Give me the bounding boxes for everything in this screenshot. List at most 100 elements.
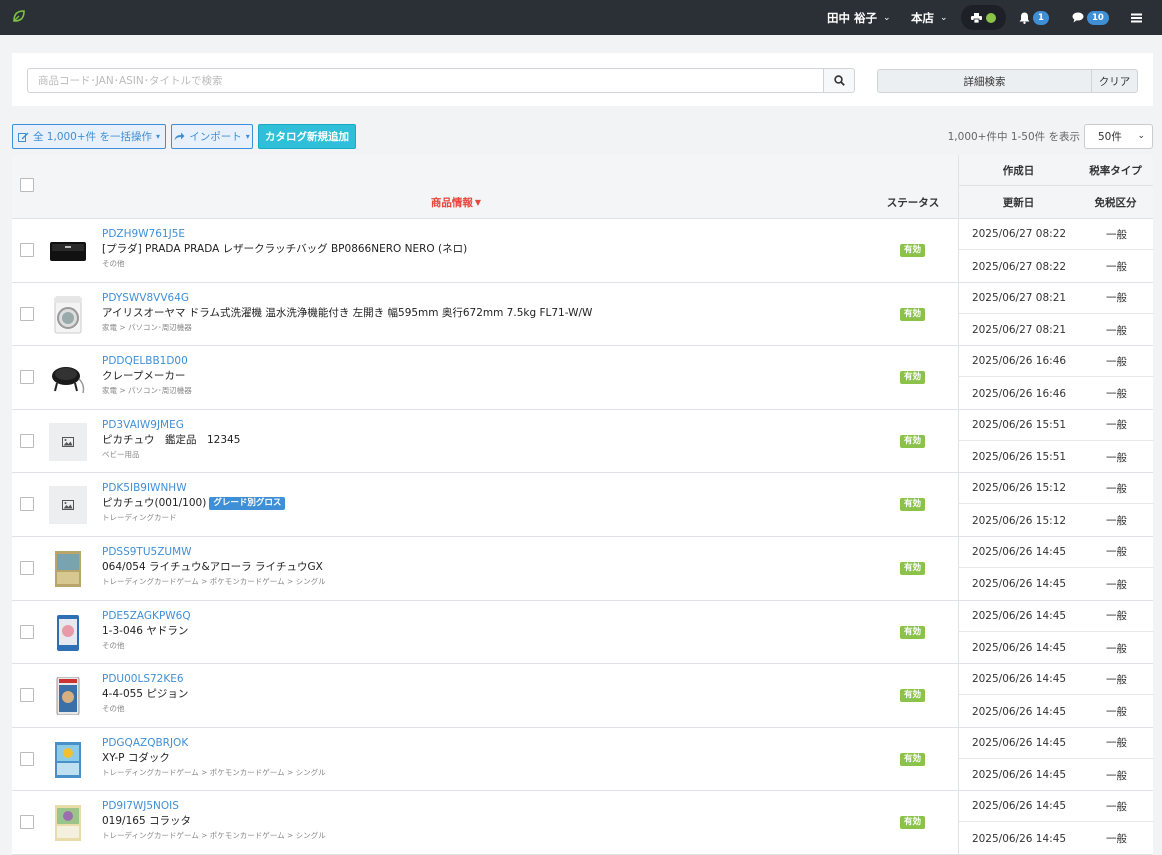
user-name: 田中 裕子 [827,10,878,25]
row-checkbox[interactable] [20,815,34,830]
product-code-link[interactable]: PDYSWV8VV64G [102,291,862,305]
select-all-checkbox[interactable] [20,178,34,192]
product-code-link[interactable]: PDU00LS72KE6 [102,672,862,686]
created-date-header[interactable]: 作成日 [958,155,1078,186]
search-panel: 商品コード･JAN･ASIN･タイトルで検索 詳細検索 クリア [12,53,1153,106]
chevron-down-icon: ⌄ [1137,131,1145,141]
product-thumbnail[interactable] [49,614,87,652]
product-thumbnail[interactable] [49,677,87,716]
image-placeholder-icon[interactable] [49,486,87,525]
date-cells: 2025/06/26 15:12 一般 2025/06/26 15:12 一般 [958,473,1154,537]
store-name: 本店 [911,10,934,25]
product-info-header[interactable]: 商品情報 ▼ [392,192,520,212]
product-code-link[interactable]: PDSS9TU5ZUMW [102,545,862,559]
table-row[interactable]: PDK5IB9IWNHW ピカチュウ(001/100) グレード別グロス トレーディン… [12,473,1154,537]
bulk-action-button[interactable]: 全 1,000+件 を一括操作 ▾ [12,124,166,149]
product-title-line: クレープメーカー [102,368,862,385]
product-category: トレーディングカードゲーム > ポケモンカードゲーム > シングル [102,831,326,841]
product-info: PDZH9W761J5E [プラダ] PRADA PRADA レザークラッチバッグ… [102,227,862,270]
search-placeholder: 商品コード･JAN･ASIN･タイトルで検索 [38,75,223,87]
table-row[interactable]: PDDQELBB1D00 クレープメーカー 家電 > パソコン･周辺機器 有効 2025… [12,346,1154,410]
status-badge: 有効 [900,816,926,830]
updated-row: 2025/06/26 15:51 一般 [959,442,1154,473]
updated-row: 2025/06/27 08:22 一般 [959,251,1154,282]
created-date: 2025/06/26 14:45 [971,545,1067,558]
image-placeholder-icon[interactable] [49,422,87,461]
printer-icon [971,12,982,23]
row-checkbox[interactable] [20,624,34,639]
search-input[interactable]: 商品コード･JAN･ASIN･タイトルで検索 [27,68,824,93]
chevron-down-icon: ⌄ [883,12,891,23]
row-checkbox[interactable] [20,306,34,321]
row-checkbox[interactable] [20,688,34,703]
tax-type: 一般 [1106,419,1127,432]
table-row[interactable]: PDYSWV8VV64G アイリスオーヤマ ドラム式洗濯機 温水洗浄機能付き 左開… [12,282,1154,347]
product-category: 家電 > パソコン･周辺機器 [102,322,192,332]
product-title-line: ピカチュウ(001/100) グレード別グロス [102,495,862,512]
table-row[interactable]: PDE5ZAGKPW6Q 1-3-046 ヤドラン その他 有効 2025/06/26 … [12,600,1154,665]
date-cells: 2025/06/26 14:45 一般 2025/06/26 14:45 一般 [958,536,1154,600]
product-thumbnail[interactable] [49,550,87,588]
bulk-action-label: 全 1,000+件 を一括操作 [32,131,153,143]
updated-date: 2025/06/26 15:12 [971,514,1067,527]
table-row[interactable]: PDGQAZQBRJOK XY-P コダック トレーディングカードゲーム > ポケモ… [12,727,1154,792]
product-thumbnail[interactable] [49,232,87,270]
row-checkbox[interactable] [20,560,34,575]
messages-button[interactable]: 10 [1072,0,1109,35]
store-selector[interactable]: 本店 ⌄ [911,0,948,35]
product-thumbnail[interactable] [49,296,87,334]
tax-exempt: 一般 [1106,578,1127,591]
updated-row: 2025/06/26 14:45 一般 [959,696,1154,727]
tax-type: 一般 [1106,546,1127,559]
created-row: 2025/06/26 14:45 一般 [959,791,1154,823]
status-badge: 有効 [900,625,926,639]
printer-status-button[interactable] [961,5,1006,30]
product-thumbnail[interactable] [49,359,87,397]
table-row[interactable]: PDZH9W761J5E [プラダ] PRADA PRADA レザークラッチバッグ… [12,219,1154,283]
row-checkbox[interactable] [20,497,34,512]
product-code-link[interactable]: PD3VAIW9JMEG [102,418,862,432]
status-badge: 有効 [900,561,926,575]
import-button[interactable]: インポート ▾ [171,124,253,149]
table-header: 商品情報 ▼ ステータス 作成日 更新日 税率タイプ 免税区分 [12,155,1153,219]
table-body: PDZH9W761J5E [プラダ] PRADA PRADA レザークラッチバッグ… [12,219,1154,855]
product-code-link[interactable]: PD9I7WJ5NOIS [102,799,862,813]
app-logo-icon[interactable] [11,8,27,24]
edit-icon [17,132,29,142]
tax-exempt: 一般 [1106,706,1127,719]
clear-button[interactable]: クリア [1091,69,1138,93]
notifications-button[interactable]: 1 [1019,0,1049,35]
product-title: クレープメーカー [102,370,186,383]
created-row: 2025/06/26 14:45 一般 [959,728,1154,759]
table-row[interactable]: PDU00LS72KE6 4-4-055 ピジョン その他 有効 2025/06/26 … [12,664,1154,728]
row-checkbox[interactable] [20,370,34,385]
add-catalog-button[interactable]: カタログ新規追加 [258,124,356,149]
product-info: PD3VAIW9JMEG ピカチュウ 鑑定品 12345 ベビー用品 [102,418,862,461]
search-button[interactable] [823,68,855,93]
updated-date-header[interactable]: 更新日 [958,186,1078,218]
hamburger-menu-button[interactable] [1131,0,1142,35]
status-badge: 有効 [900,752,926,766]
tax-exempt: 一般 [1106,833,1127,846]
product-code-link[interactable]: PDDQELBB1D00 [102,354,862,368]
table-row[interactable]: PD3VAIW9JMEG ピカチュウ 鑑定品 12345 ベビー用品 有効 2025/0… [12,409,1154,474]
row-checkbox[interactable] [20,243,34,257]
user-menu[interactable]: 田中 裕子 ⌄ [827,0,891,35]
product-thumbnail[interactable] [49,741,87,779]
row-checkbox[interactable] [20,751,34,766]
advanced-search-button[interactable]: 詳細検索 [877,69,1092,93]
per-page-select[interactable]: 50件 ⌄ [1084,124,1153,149]
product-info: PD9I7WJ5NOIS 019/165 コラッタ トレーディングカードゲーム > … [102,799,862,842]
product-code-link[interactable]: PDE5ZAGKPW6Q [102,609,862,623]
product-code-link[interactable]: PDGQAZQBRJOK [102,736,862,750]
product-thumbnail[interactable] [49,804,87,842]
created-date: 2025/06/26 16:46 [971,355,1067,368]
table-row[interactable]: PD9I7WJ5NOIS 019/165 コラッタ トレーディングカードゲーム > … [12,791,1154,855]
product-code-link[interactable]: PDZH9W761J5E [102,227,862,241]
chevron-down-icon: ⌄ [940,12,948,23]
row-checkbox[interactable] [20,433,34,448]
product-code-link[interactable]: PDK5IB9IWNHW [102,481,862,495]
tax-type: 一般 [1106,673,1127,686]
table-row[interactable]: PDSS9TU5ZUMW 064/054 ライチュウ&アローラ ライチュウGX トレ… [12,536,1154,601]
product-title: ピカチュウ(001/100) [102,497,207,510]
